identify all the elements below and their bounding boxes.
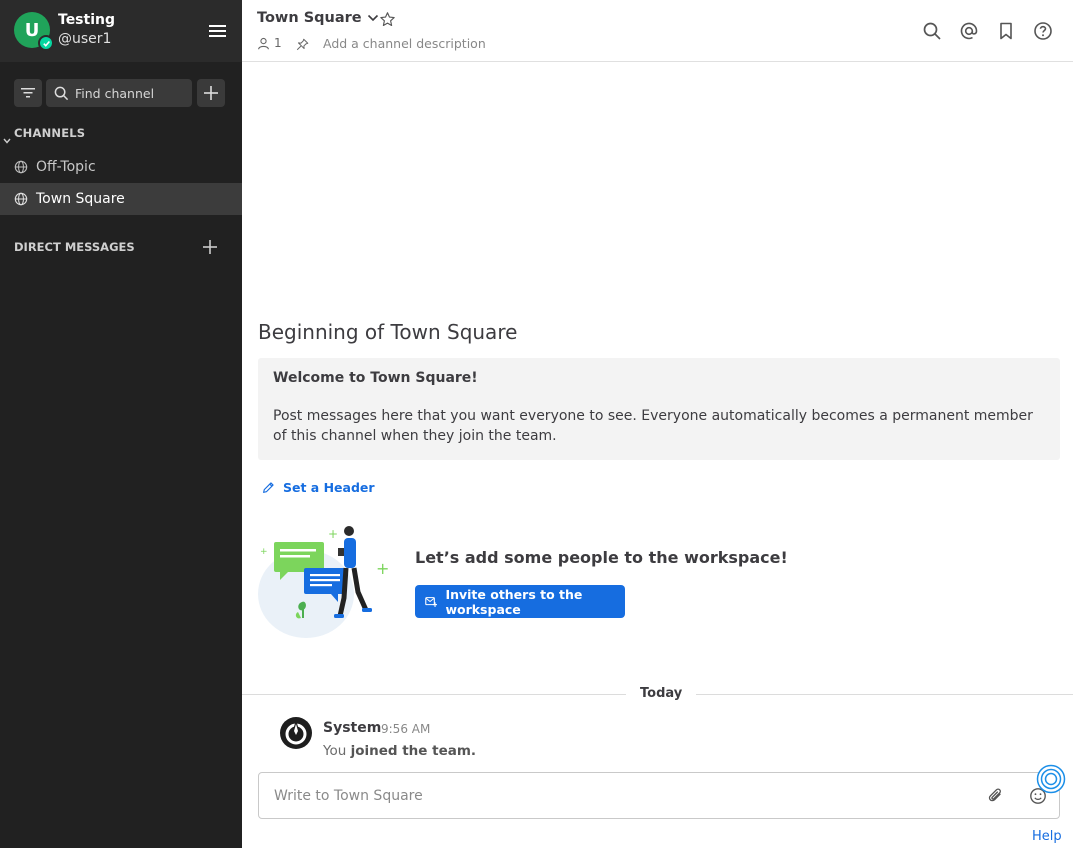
post-message: You joined the team.: [323, 743, 476, 759]
channels-section-header[interactable]: CHANNELS: [14, 126, 85, 140]
post-message-bold: joined the team.: [350, 743, 477, 759]
member-count: 1: [274, 36, 282, 50]
invite-title: Let’s add some people to the workspace!: [415, 548, 788, 567]
globe-icon: [14, 192, 28, 206]
search-icon[interactable]: [922, 21, 942, 41]
invite-others-button[interactable]: Invite others to the workspace: [415, 585, 625, 618]
date-separator-label: Today: [626, 686, 697, 701]
member-icon: [258, 37, 269, 49]
main-area: Town Square 1 Add a channel description …: [242, 0, 1073, 848]
avatar-letter: U: [24, 19, 40, 41]
plus-icon: [204, 86, 218, 100]
attachment-icon[interactable]: [987, 787, 1005, 809]
team-name[interactable]: Testing: [58, 12, 115, 28]
channel-filter-button[interactable]: [14, 79, 42, 107]
at-mention-icon[interactable]: [959, 21, 979, 41]
pin-icon[interactable]: [296, 36, 309, 55]
filter-icon: [21, 88, 35, 98]
channel-header: Town Square 1 Add a channel description: [242, 0, 1073, 62]
channel-intro-title: Beginning of Town Square: [258, 320, 518, 344]
pencil-icon: [263, 482, 274, 493]
welcome-message-box: Welcome to Town Square! Post messages he…: [258, 358, 1060, 460]
post-author[interactable]: System: [323, 720, 381, 736]
username[interactable]: @user1: [58, 31, 111, 47]
chevron-down-icon: [367, 14, 378, 22]
help-link[interactable]: Help: [1032, 829, 1062, 844]
invite-illustration: + + +: [258, 520, 392, 640]
channel-title[interactable]: Town Square: [257, 10, 379, 26]
svg-text:+: +: [376, 559, 389, 578]
recording-indicator-icon[interactable]: [1036, 764, 1066, 798]
post-timestamp[interactable]: 9:56 AM: [381, 722, 430, 736]
svg-text:+: +: [328, 527, 338, 541]
post-message-prefix: You: [323, 743, 351, 759]
sidebar: U Testing @user1 Find channel CHANNELS O…: [0, 0, 242, 848]
sidebar-item-off-topic[interactable]: Off-Topic: [0, 151, 242, 183]
member-count-button[interactable]: 1: [257, 36, 282, 50]
sidebar-item-label: Off-Topic: [36, 159, 96, 175]
hamburger-menu-icon[interactable]: [207, 22, 229, 40]
globe-icon: [14, 160, 28, 174]
star-icon[interactable]: [379, 11, 396, 32]
set-header-label: Set a Header: [283, 480, 375, 495]
find-channel-label: Find channel: [75, 85, 155, 101]
message-composer: [258, 772, 1060, 819]
help-icon[interactable]: [1033, 21, 1053, 41]
add-channel-description[interactable]: Add a channel description: [323, 36, 486, 51]
invite-button-label: Invite others to the workspace: [445, 586, 583, 617]
invite-mail-icon: [425, 597, 438, 607]
welcome-title: Welcome to Town Square!: [273, 370, 478, 386]
direct-messages-section-header[interactable]: DIRECT MESSAGES: [14, 240, 135, 254]
svg-text:+: +: [260, 547, 268, 557]
search-icon: [54, 86, 69, 100]
sidebar-item-label: Town Square: [36, 191, 125, 207]
sidebar-item-town-square[interactable]: Town Square: [0, 183, 242, 215]
set-header-button[interactable]: Set a Header: [262, 480, 375, 495]
welcome-body: Post messages here that you want everyon…: [273, 408, 1033, 444]
channel-title-text: Town Square: [257, 10, 362, 26]
find-channel-button[interactable]: Find channel: [46, 79, 192, 107]
message-input[interactable]: [259, 773, 959, 818]
online-status-icon: [38, 35, 54, 51]
system-avatar-icon[interactable]: [279, 716, 313, 750]
add-direct-message-icon[interactable]: [203, 239, 219, 255]
bookmark-icon[interactable]: [996, 21, 1016, 41]
team-header: U Testing @user1: [0, 0, 242, 62]
chevron-down-icon[interactable]: [3, 129, 11, 148]
add-channel-button[interactable]: [197, 79, 225, 107]
